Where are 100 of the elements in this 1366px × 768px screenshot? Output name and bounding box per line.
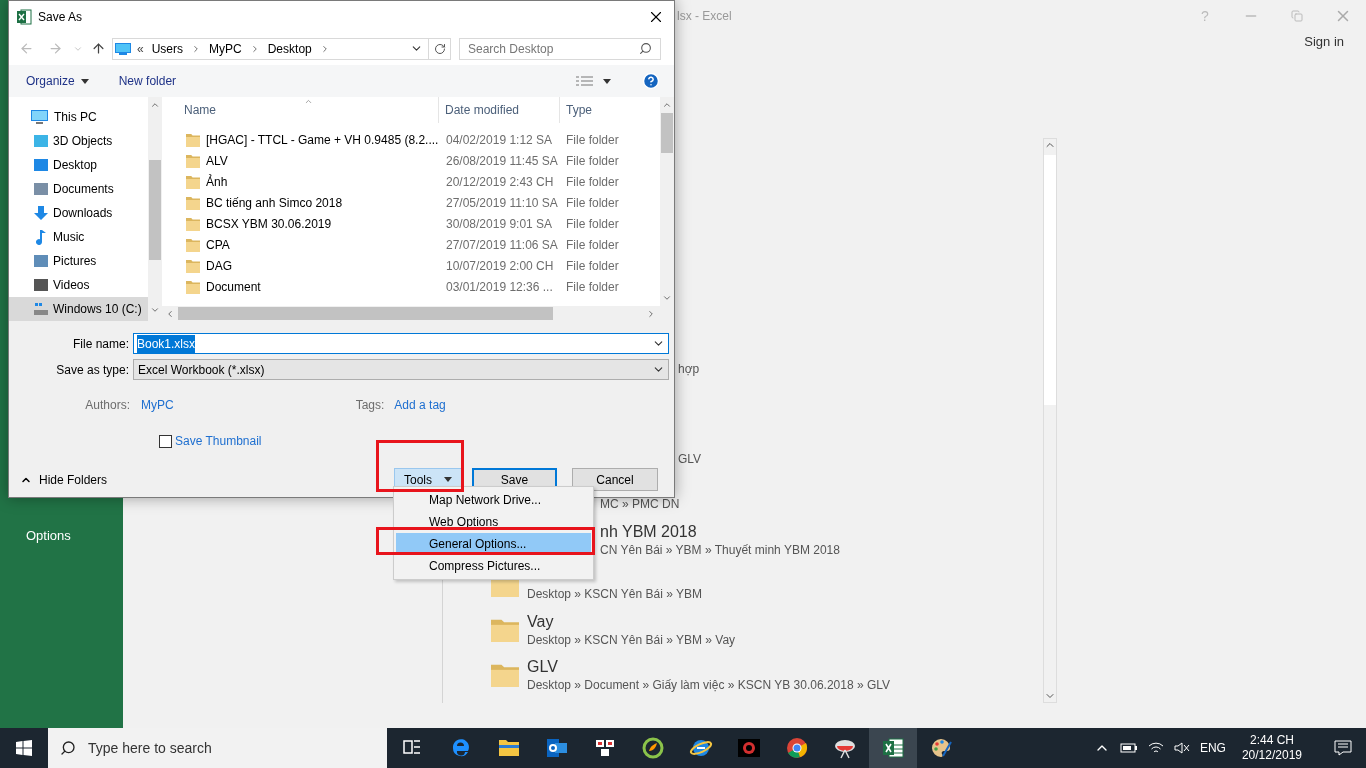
scroll-up-icon[interactable] xyxy=(150,100,160,110)
nav-item[interactable]: Downloads xyxy=(9,201,148,225)
file-type: File folder xyxy=(565,236,619,254)
drive-icon xyxy=(33,301,49,317)
nav-item[interactable]: Desktop xyxy=(9,153,148,177)
cancel-button[interactable]: Cancel xyxy=(572,468,658,491)
speaker-muted-icon[interactable] xyxy=(1173,741,1190,755)
nav-item[interactable]: Pictures xyxy=(9,249,148,273)
scroll-right-icon[interactable] xyxy=(646,308,656,319)
nav-item[interactable]: Windows 10 (C:) xyxy=(9,297,148,321)
address-bar[interactable]: « Users MyPC Desktop xyxy=(112,37,451,60)
nav-item[interactable]: Documents xyxy=(9,177,148,201)
nav-item[interactable]: This PC xyxy=(9,105,148,129)
menu-item[interactable]: General Options... xyxy=(396,533,591,555)
folder-icon xyxy=(186,195,200,210)
file-name-field[interactable]: Book1.xlsx xyxy=(133,333,669,354)
scroll-down-icon[interactable] xyxy=(662,293,672,303)
chrome-icon xyxy=(785,736,809,760)
folder-icon xyxy=(186,174,200,189)
file-name: DAG xyxy=(206,257,232,275)
paint-palette-icon xyxy=(929,736,953,760)
folder-icon xyxy=(186,258,200,273)
scroll-down-icon[interactable] xyxy=(150,305,160,315)
recent-item-path: Desktop » KSCN Yên Bái » YBM » Vay xyxy=(527,631,736,648)
search-field[interactable]: Search Desktop xyxy=(459,37,661,60)
file-row[interactable]: Document 03/01/2019 12:36 ... File folder xyxy=(162,276,660,297)
file-name: BCSX YBM 30.06.2019 xyxy=(206,215,332,233)
nav-item[interactable]: Music xyxy=(9,225,148,249)
breadcrumb-item[interactable]: MyPC xyxy=(209,39,242,58)
notification-icon[interactable] xyxy=(1334,740,1352,756)
file-date: 26/08/2019 11:45 SA xyxy=(445,152,559,170)
command-button[interactable]: Organize xyxy=(26,72,89,90)
file-name: BC tiếng anh Simco 2018 xyxy=(206,194,343,212)
sort-indicator-icon xyxy=(304,97,313,106)
spreadsheet-icon xyxy=(881,736,905,760)
column-header[interactable]: Type xyxy=(560,97,660,123)
file-name: Document xyxy=(206,278,261,296)
add-tag-link[interactable]: Add a tag xyxy=(394,396,446,414)
author-link[interactable]: MyPC xyxy=(141,396,174,414)
breadcrumb-item[interactable]: Users xyxy=(151,39,184,58)
folder-icon xyxy=(491,662,519,687)
dialog-title: Save As xyxy=(38,8,83,26)
file-row[interactable]: DAG 10/07/2019 2:00 CH File folder xyxy=(162,255,660,276)
file-type: File folder xyxy=(565,173,619,191)
file-row[interactable]: BC tiếng anh Simco 2018 27/05/2019 11:10 SA File folder xyxy=(162,192,660,213)
film-icon xyxy=(33,277,49,293)
windows-logo-icon[interactable] xyxy=(16,740,32,756)
checkbox[interactable] xyxy=(159,434,172,448)
recent-item-name[interactable]: nh YBM 2018 xyxy=(600,521,840,542)
scroll-thumb[interactable] xyxy=(178,307,553,320)
clock[interactable]: 2:44 CH 20/12/2019 xyxy=(1235,733,1308,763)
monitor-icon xyxy=(115,42,131,55)
file-name: Ảnh xyxy=(206,173,228,191)
field-value: Book1.xlsx xyxy=(137,334,196,353)
save-type-dropdown[interactable]: Excel Workbook (*.xlsx) xyxy=(133,359,669,380)
nav-item[interactable]: 3D Objects xyxy=(9,129,148,153)
file-row[interactable]: CPA 27/07/2019 11:06 SA File folder xyxy=(162,234,660,255)
command-button[interactable]: New folder xyxy=(118,72,177,90)
hide-folders-button[interactable]: Hide Folders xyxy=(20,470,120,489)
scroll-up-icon[interactable] xyxy=(662,100,672,110)
file-name: [HGAC] - TTCL - Game + VH 0.9485 (8.2.... xyxy=(206,131,439,149)
file-row[interactable]: [HGAC] - TTCL - Game + VH 0.9485 (8.2.... 04/02/2019 1:12 SA File folder xyxy=(162,129,660,150)
cube-icon xyxy=(33,133,49,149)
refresh-icon[interactable] xyxy=(433,42,446,55)
checkbox-label[interactable]: Save Thumbnail xyxy=(175,432,262,450)
recent-item-path: Desktop » Document » Giấy làm việc » KSCN YB 30.06.2018 » GLV xyxy=(527,676,891,693)
file-date: 20/12/2019 2:43 CH xyxy=(445,173,555,191)
nav-item[interactable]: Videos xyxy=(9,273,148,297)
battery-icon[interactable] xyxy=(1119,742,1138,754)
file-row[interactable]: BCSX YBM 30.06.2019 30/08/2019 9:01 SA File folder xyxy=(162,213,660,234)
recent-item-name[interactable]: Vay xyxy=(527,611,736,632)
scroll-thumb[interactable] xyxy=(1044,155,1056,405)
recent-item-name[interactable]: GLV xyxy=(527,656,891,677)
file-type: File folder xyxy=(565,152,619,170)
column-header[interactable]: Date modified xyxy=(439,97,560,123)
folder-icon xyxy=(186,216,200,231)
file-row[interactable]: Ảnh 20/12/2019 2:43 CH File folder xyxy=(162,171,660,192)
menu-item[interactable]: Map Network Drive... xyxy=(396,489,591,511)
field-label: Save as type: xyxy=(55,361,129,379)
clock-time: 2:44 CH xyxy=(1249,733,1294,748)
folder-icon xyxy=(186,237,200,252)
breadcrumb-item[interactable]: Desktop xyxy=(267,39,312,58)
language-indicator[interactable]: ENG xyxy=(1199,739,1226,757)
column-header[interactable]: Name xyxy=(162,97,439,123)
scroll-thumb[interactable] xyxy=(149,160,161,260)
file-type: File folder xyxy=(565,257,619,275)
file-row[interactable]: ALV 26/08/2019 11:45 SA File folder xyxy=(162,150,660,171)
wifi-icon[interactable] xyxy=(1147,741,1164,755)
field-label: File name: xyxy=(71,335,129,353)
menu-item[interactable]: Compress Pictures... xyxy=(396,555,591,577)
sidebar-item[interactable]: Options xyxy=(0,526,123,546)
menu-item[interactable]: Web Options xyxy=(396,511,591,533)
mail-icon xyxy=(545,736,569,760)
sign-in-link[interactable]: Sign in xyxy=(1304,32,1344,58)
taskbar-button[interactable] xyxy=(869,728,917,768)
scroll-thumb[interactable] xyxy=(661,113,673,153)
leaf-circle-icon xyxy=(641,736,665,760)
search-field[interactable]: Type here to search xyxy=(48,728,387,768)
scroll-left-icon[interactable] xyxy=(165,308,175,319)
help-icon[interactable] xyxy=(642,72,660,90)
